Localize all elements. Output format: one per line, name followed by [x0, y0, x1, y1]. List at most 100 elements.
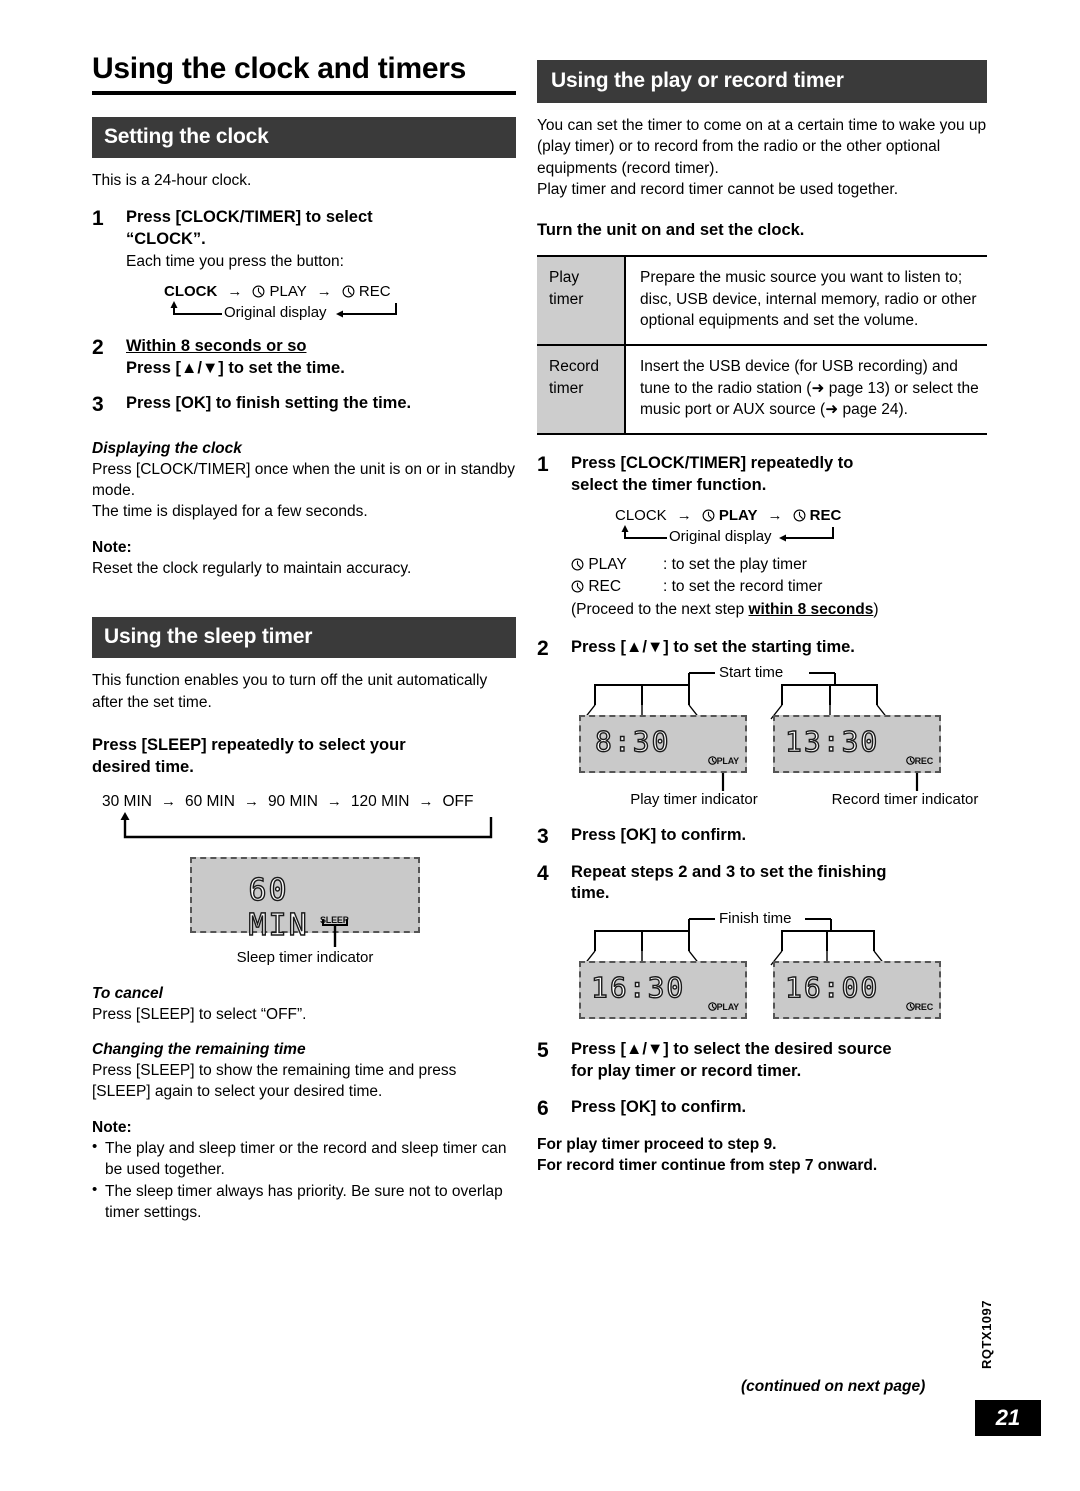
step-3-title: Press [OK] to finish setting the time.	[126, 394, 412, 413]
clock-icon-4	[793, 509, 805, 522]
start-time-lcd-rec-value: 13:30	[784, 725, 880, 759]
clock-icon-9	[707, 1002, 717, 1012]
title-rule	[92, 91, 516, 95]
r-step-5-number: 5	[537, 1039, 549, 1063]
timer-legend-play-val: : to set the play timer	[663, 555, 807, 573]
clock-icon-3	[702, 509, 715, 522]
table-row: Play timer Prepare the music source you …	[537, 254, 987, 346]
start-time-lcd-play-value: 8:30	[594, 725, 671, 759]
r-step-2-number: 2	[537, 637, 549, 661]
flow-return-label: Original display	[222, 303, 329, 321]
sleep-option-3: 120 MIN	[350, 792, 410, 810]
sleep-options-flow: 30 MIN → 60 MIN → 90 MIN → 120 MIN → OFF	[92, 793, 516, 845]
document-code: RQTX1097	[979, 1300, 994, 1370]
clock-icon-2	[342, 285, 355, 298]
clock-icon-6	[571, 580, 584, 593]
step-1-subtitle: Each time you press the button:	[126, 252, 344, 270]
r-step-5-title-line1: Press [▲/▼] to select the desired source	[571, 1040, 892, 1059]
continued-note: (continued on next page)	[741, 1378, 926, 1395]
flow-item-rec: REC	[342, 283, 391, 300]
sleep-press-block: Press [SLEEP] repeatedly to select your …	[92, 734, 516, 779]
left-column: Using the clock and timers Setting the c…	[92, 52, 516, 1223]
r-step-6-number: 6	[537, 1097, 549, 1121]
sleep-lcd-figure: 60 MIN SLEEP Sleep timer indicator	[92, 856, 516, 979]
flow-item-rec-label: REC	[358, 282, 391, 300]
arrow-right-icon-2: →	[316, 282, 332, 300]
r-step-1-title-line1: Press [CLOCK/TIMER] repeatedly to	[571, 453, 854, 472]
to-cancel-block: To cancel Press [SLEEP] to select “OFF”.	[92, 985, 516, 1025]
section-heading-sleep-timer: Using the sleep timer	[92, 617, 516, 659]
timer-proceed-post: )	[873, 600, 879, 618]
section-heading-play-record-timer: Using the play or record timer	[537, 60, 987, 104]
timer-flow-item-rec: REC	[793, 507, 841, 524]
sleep-lcd-caption: Sleep timer indicator	[236, 948, 374, 966]
sleep-note-bullet-1: • The play and sleep timer or the record…	[92, 1138, 516, 1181]
arrow-right-icon-s3: →	[326, 793, 342, 811]
clock-icon-10	[905, 1002, 915, 1012]
bullet-icon-2: •	[92, 1180, 98, 1198]
step-3: 3 Press [OK] to finish setting the time.	[92, 393, 516, 417]
record-timer-indicator-label: REC	[914, 756, 934, 767]
flow-return-row: Original display	[164, 300, 516, 326]
table-row-desc-play: Prepare the music source you want to lis…	[625, 254, 987, 346]
setting-clock-note-heading: Note:	[92, 538, 132, 556]
finish-time-lcd-rec: 16:00 REC	[773, 961, 941, 1020]
arrow-right-icon-r2: →	[767, 506, 783, 524]
flow-item-play: PLAY	[252, 282, 307, 300]
finish-time-label: Finish time	[715, 910, 796, 928]
timer-legend-play-key-wrap: PLAY	[571, 554, 663, 576]
r-step-4-title-line1: Repeat steps 2 and 3 to set the finishin…	[571, 862, 887, 881]
table-row-label-record: Record timer	[537, 343, 626, 435]
right-column: Using the play or record timer You can s…	[537, 60, 987, 1177]
timer-proceed-bold: within 8 seconds	[748, 600, 874, 618]
sleep-note-block: Note: • The play and sleep timer or the …	[92, 1119, 516, 1224]
sleep-loop-svg	[120, 811, 493, 838]
table-row-label-play: Play timer	[537, 254, 626, 346]
timer-proceed-pre: (Proceed to the next step	[571, 600, 749, 618]
r-step-4-title-line2: time.	[571, 884, 610, 903]
finish-time-lcd-play: 16:30 PLAY	[579, 961, 747, 1020]
sleep-note-bullet-2: • The sleep timer always has priority. B…	[92, 1181, 516, 1224]
r-step-1-title-line2: select the timer function.	[571, 475, 767, 494]
record-timer-indicator-2: REC	[905, 1002, 934, 1013]
page-number: 21	[975, 1400, 1041, 1436]
r-step-3-number: 3	[537, 825, 549, 849]
play-timer-indicator-label: PLAY	[716, 756, 740, 767]
start-time-label: Start time	[715, 664, 788, 682]
timer-legend-play-key: PLAY	[588, 555, 627, 573]
changing-time-text: Press [SLEEP] to show the remaining time…	[92, 1062, 457, 1101]
timer-preparation-table: Play timer Prepare the music source you …	[537, 254, 987, 435]
r-step-2-title: Press [▲/▼] to set the starting time.	[571, 638, 855, 657]
step-1-title-line1: Press [CLOCK/TIMER] to select	[126, 208, 373, 227]
play-timer-indicator-caption: Play timer indicator	[630, 791, 758, 809]
r-step-6: 6 Press [OK] to confirm.	[537, 1097, 987, 1121]
changing-time-heading: Changing the remaining time	[92, 1041, 306, 1059]
arrow-right-icon-s1: →	[160, 793, 176, 811]
bullet-icon: •	[92, 1137, 98, 1155]
step-2-title: Press [▲/▼] to set the time.	[126, 358, 345, 377]
flow-item-play-label: PLAY	[269, 282, 307, 300]
table-row-desc-record: Insert the USB device (for USB recording…	[625, 343, 987, 435]
r-step-1-number: 1	[537, 452, 549, 476]
timer-legend-row-play: PLAY : to set the play timer	[571, 554, 987, 576]
r-step-5-title-line2: for play timer or record timer.	[571, 1062, 802, 1081]
sleep-option-0: 30 MIN	[102, 792, 152, 810]
step-1: 1 Press [CLOCK/TIMER] to select “CLOCK”.…	[92, 207, 516, 326]
arrow-right-icon-s4: →	[418, 793, 434, 811]
record-timer-indicator-label-2: REC	[914, 1002, 934, 1013]
r-step-4-number: 4	[537, 861, 549, 885]
finish-time-lcd-rec-value: 16:00	[784, 971, 880, 1005]
step-2-condition: Within 8 seconds or so	[126, 336, 307, 355]
play-timer-indicator-label-2: PLAY	[716, 1002, 740, 1013]
setting-clock-note-text: Reset the clock regularly to maintain ac…	[92, 559, 412, 577]
to-cancel-text: Press [SLEEP] to select “OFF”.	[92, 1005, 307, 1023]
sleep-note-heading: Note:	[92, 1118, 132, 1136]
sleep-press-line1: Press [SLEEP] repeatedly to select your	[92, 736, 406, 755]
timer-legend-rec-key: REC	[588, 578, 622, 596]
timer-footer-notes: For play timer proceed to step 9. For re…	[537, 1135, 987, 1177]
record-timer-indicator: REC	[905, 756, 934, 767]
displaying-clock-heading: Displaying the clock	[92, 439, 242, 457]
timer-flow-return-label: Original display	[667, 527, 774, 545]
finish-time-figure: Finish time 16:30 PLAY 16:00 REC	[537, 909, 987, 1031]
changing-time-block: Changing the remaining time Press [SLEEP…	[92, 1041, 516, 1103]
